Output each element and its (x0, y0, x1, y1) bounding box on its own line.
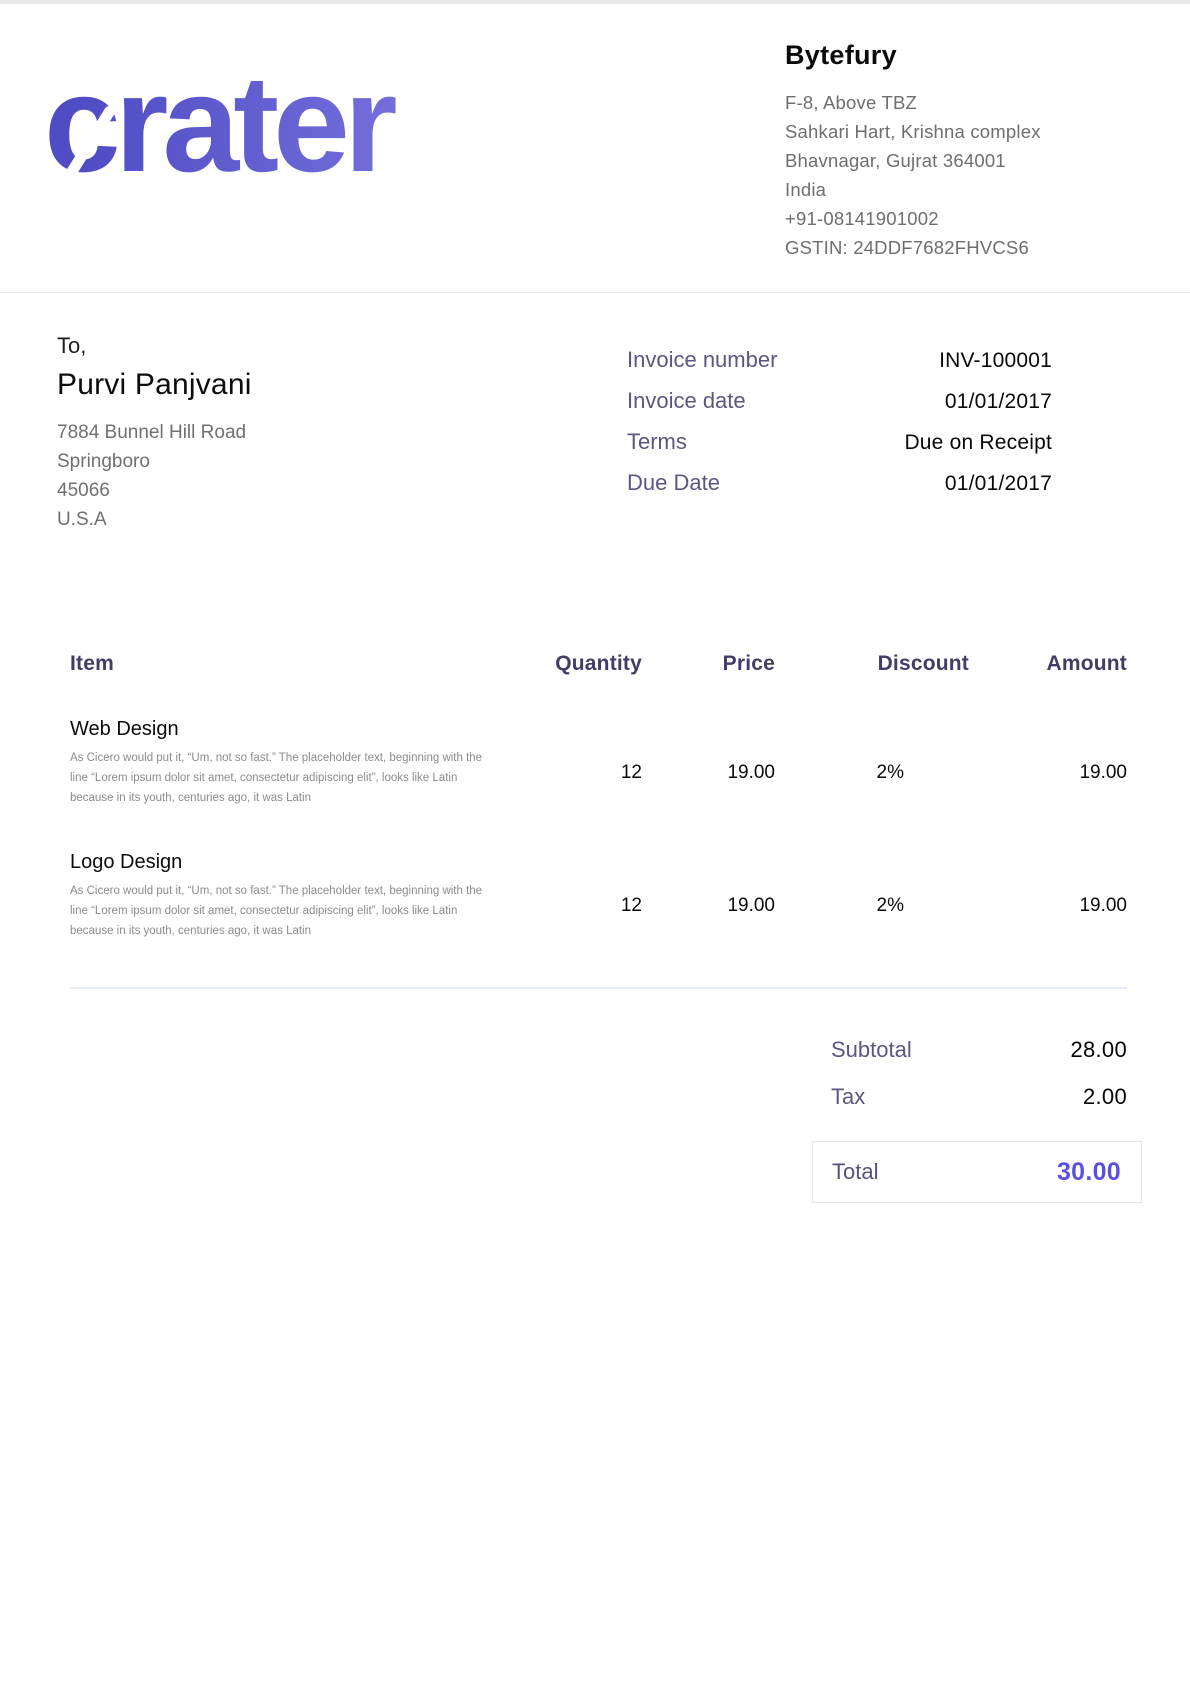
subtotal-row: Subtotal 28.00 (812, 1037, 1142, 1063)
terms-value: Due on Receipt (904, 431, 1052, 455)
invoice-date-label: Invoice date (627, 388, 746, 414)
item-discount: 2% (775, 895, 969, 917)
total-value: 30.00 (1057, 1158, 1121, 1187)
customer-address-line: 45066 (57, 476, 252, 505)
company-info-block: Bytefury F-8, Above TBZ Sahkari Hart, Kr… (785, 40, 1155, 262)
item-name: Logo Design (70, 851, 500, 874)
invoice-number-row: Invoice number INV-100001 (627, 347, 1052, 373)
crater-logo: crater (44, 52, 504, 212)
table-bottom-divider (70, 987, 1127, 989)
items-table: Item Quantity Price Discount Amount Web … (70, 652, 1127, 941)
table-row: Web Design As Cicero would put it, “Um, … (70, 718, 1127, 809)
item-amount: 19.00 (969, 762, 1127, 784)
crater-logo-wordmark: crater (44, 52, 504, 197)
item-quantity: 12 (500, 895, 642, 917)
company-gstin: GSTIN: 24DDF7682FHVCS6 (785, 233, 1155, 262)
terms-row: Terms Due on Receipt (627, 429, 1052, 455)
invoice-number-value: INV-100001 (939, 349, 1052, 373)
item-amount: 19.00 (969, 895, 1127, 917)
invoice-meta-block: Invoice number INV-100001 Invoice date 0… (627, 347, 1052, 534)
customer-address-line: Springboro (57, 447, 252, 476)
invoice-number-label: Invoice number (627, 347, 777, 373)
company-name: Bytefury (785, 40, 1155, 71)
due-date-row: Due Date 01/01/2017 (627, 470, 1052, 496)
item-price: 19.00 (642, 762, 775, 784)
item-cell: Web Design As Cicero would put it, “Um, … (70, 718, 500, 809)
company-address-line: F-8, Above TBZ (785, 88, 1155, 117)
column-header-quantity: Quantity (500, 652, 642, 676)
terms-label: Terms (627, 429, 687, 455)
bill-to-block: To, Purvi Panjvani 7884 Bunnel Hill Road… (57, 333, 252, 534)
column-header-amount: Amount (969, 652, 1127, 676)
column-header-discount: Discount (775, 652, 969, 676)
item-name: Web Design (70, 718, 500, 741)
company-address-line: India (785, 175, 1155, 204)
column-header-price: Price (642, 652, 775, 676)
item-price: 19.00 (642, 895, 775, 917)
due-date-value: 01/01/2017 (945, 472, 1052, 496)
company-address-line: Sahkari Hart, Krishna complex (785, 117, 1155, 146)
items-table-header: Item Quantity Price Discount Amount (70, 652, 1127, 676)
invoice-date-value: 01/01/2017 (945, 390, 1052, 414)
tax-label: Tax (831, 1084, 865, 1110)
company-address-line: Bhavnagar, Gujrat 364001 (785, 146, 1155, 175)
customer-name: Purvi Panjvani (57, 368, 252, 402)
total-box: Total 30.00 (812, 1141, 1142, 1203)
customer-address-line: U.S.A (57, 505, 252, 534)
total-label: Total (832, 1159, 878, 1185)
company-phone: +91-08141901002 (785, 204, 1155, 233)
table-row: Logo Design As Cicero would put it, “Um,… (70, 851, 1127, 942)
bill-to-label: To, (57, 333, 252, 359)
item-discount: 2% (775, 762, 969, 784)
customer-address-line: 7884 Bunnel Hill Road (57, 418, 252, 447)
tax-row: Tax 2.00 (812, 1084, 1142, 1110)
item-description: As Cicero would put it, “Um, not so fast… (70, 748, 485, 809)
invoice-date-row: Invoice date 01/01/2017 (627, 388, 1052, 414)
due-date-label: Due Date (627, 470, 720, 496)
subtotal-value: 28.00 (1070, 1037, 1127, 1063)
subtotal-label: Subtotal (831, 1037, 912, 1063)
totals-section: Subtotal 28.00 Tax 2.00 Total 30.00 (812, 1037, 1142, 1203)
item-description: As Cicero would put it, “Um, not so fast… (70, 881, 485, 942)
tax-value: 2.00 (1083, 1084, 1127, 1110)
item-quantity: 12 (500, 762, 642, 784)
address-and-meta-section: To, Purvi Panjvani 7884 Bunnel Hill Road… (0, 293, 1190, 534)
invoice-header: crater Bytefury F-8, Above TBZ Sahkari H… (0, 4, 1190, 293)
item-cell: Logo Design As Cicero would put it, “Um,… (70, 851, 500, 942)
column-header-item: Item (70, 652, 500, 676)
